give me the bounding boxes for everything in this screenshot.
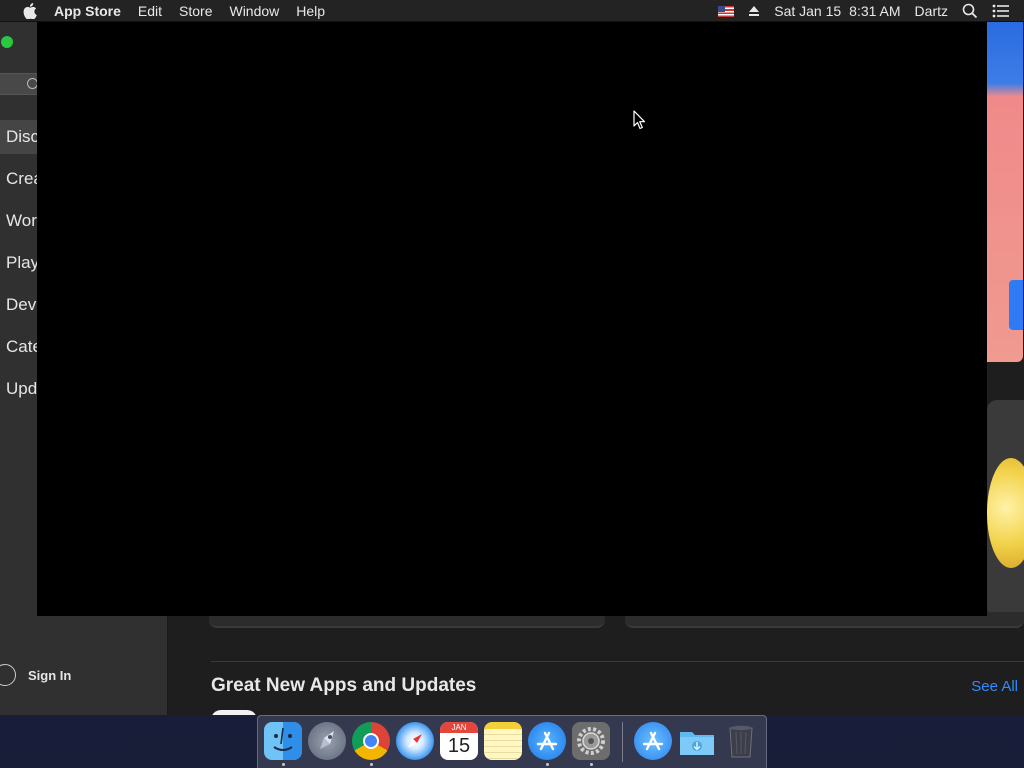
app-icon[interactable] <box>211 710 257 715</box>
safari-icon[interactable] <box>396 722 434 760</box>
launchpad-icon[interactable] <box>308 722 346 760</box>
section-divider <box>211 661 1024 662</box>
account-avatar-icon <box>0 664 16 686</box>
menu-bar: App Store Edit Store Window Help Sat Jan… <box>0 0 1024 22</box>
notes-icon[interactable] <box>484 722 522 760</box>
apple-menu-icon[interactable] <box>20 2 40 19</box>
menu-edit[interactable]: Edit <box>138 3 162 19</box>
spotlight-search-icon[interactable] <box>962 3 978 19</box>
app-store-icon[interactable] <box>528 722 566 760</box>
chrome-icon[interactable] <box>352 722 390 760</box>
sign-in-label: Sign In <box>28 667 72 683</box>
app-store-stack-icon[interactable] <box>634 722 672 760</box>
dock: JAN 15 <box>257 715 767 768</box>
app-store-running-indicator <box>546 763 549 766</box>
see-all-link[interactable]: See All <box>971 678 1018 695</box>
zoom-window-button[interactable] <box>1 36 13 48</box>
input-source-flag-icon[interactable] <box>718 5 735 17</box>
calendar-icon[interactable]: JAN 15 <box>440 722 478 760</box>
system-preferences-icon[interactable] <box>572 722 610 760</box>
video-overlay[interactable] <box>37 22 987 616</box>
menu-store[interactable]: Store <box>179 3 212 19</box>
menu-window[interactable]: Window <box>229 3 279 19</box>
section-title: Great New Apps and Updates <box>211 675 477 696</box>
calendar-month: JAN <box>440 722 478 733</box>
menubar-date[interactable]: Sat Jan 15 <box>774 3 841 19</box>
downloads-folder-icon[interactable] <box>678 722 716 760</box>
chrome-running-indicator <box>370 763 373 766</box>
sign-in-button[interactable]: Sign In <box>0 660 168 690</box>
menu-help[interactable]: Help <box>296 3 325 19</box>
system-preferences-running-indicator <box>590 763 593 766</box>
mouse-pointer-icon <box>633 110 647 130</box>
menubar-user[interactable]: Dartz <box>915 3 948 19</box>
calendar-day: 15 <box>447 735 471 757</box>
finder-running-indicator <box>282 763 285 766</box>
dock-separator <box>622 722 623 762</box>
finder-icon[interactable] <box>264 722 302 760</box>
hero-banner-button[interactable] <box>1009 280 1023 330</box>
menubar-time[interactable]: 8:31 AM <box>849 3 900 19</box>
menu-app-name[interactable]: App Store <box>54 3 121 19</box>
notification-center-icon[interactable] <box>992 4 1010 18</box>
featured-card[interactable] <box>987 400 1024 618</box>
hero-banner[interactable] <box>987 22 1023 362</box>
eject-icon[interactable] <box>748 5 760 17</box>
trash-icon[interactable] <box>722 722 760 760</box>
emoji-face-artwork <box>987 458 1024 568</box>
